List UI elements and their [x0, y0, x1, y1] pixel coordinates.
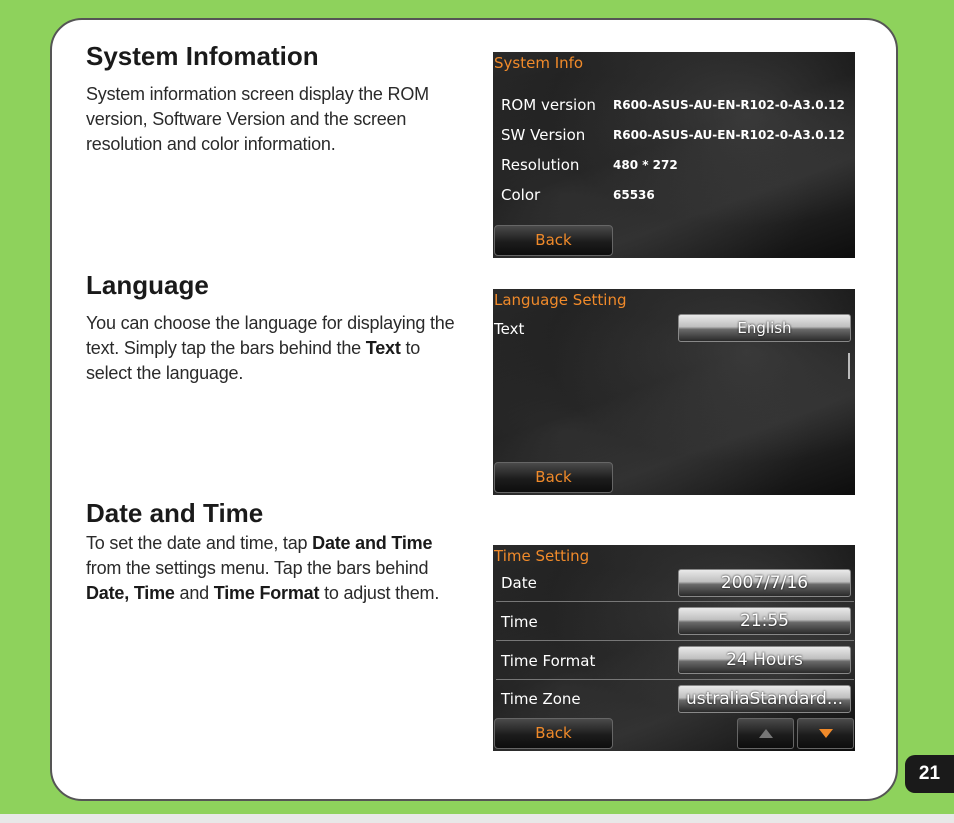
scroll-down-button[interactable] — [797, 718, 854, 749]
language-text-bold: Text — [365, 338, 401, 358]
language-select-button[interactable]: English — [678, 314, 851, 342]
date-label: Date — [501, 574, 537, 592]
time-zone-select-button[interactable]: ustraliaStandard... — [678, 685, 851, 713]
back-button[interactable]: Back — [494, 462, 613, 493]
date-time-heading: Date and Time — [86, 498, 264, 528]
row-divider — [496, 601, 854, 602]
date-time-text-part: and — [174, 583, 214, 603]
date-time-text: To set the date and time, tap Date and T… — [86, 531, 461, 606]
resolution-label: Resolution — [501, 156, 580, 174]
rom-version-value: R600-ASUS-AU-EN-R102-0-A3.0.12 — [613, 98, 845, 112]
row-divider — [496, 679, 854, 680]
system-info-screen: System Info ROM version R600-ASUS-AU-EN-… — [493, 52, 855, 258]
system-info-text: System information screen display the RO… — [86, 84, 429, 154]
arrow-down-icon — [818, 729, 833, 738]
time-screen: Time Setting Date 2007/7/16 Time 21:55 T… — [493, 545, 855, 751]
language-heading: Language — [86, 270, 209, 300]
bottom-strip — [0, 814, 954, 823]
language-screen: Language Setting Text English Back — [493, 289, 855, 495]
time-select-button[interactable]: 21:55 — [678, 607, 851, 635]
time-label: Time — [501, 613, 538, 631]
system-info-screen-title: System Info — [494, 54, 584, 72]
language-text: You can choose the language for displayi… — [86, 311, 461, 386]
date-time-text-bold: Date, Time — [86, 583, 175, 603]
arrow-up-icon — [758, 729, 773, 738]
date-select-button[interactable]: 2007/7/16 — [678, 569, 851, 597]
text-label: Text — [494, 320, 525, 338]
time-zone-label: Time Zone — [501, 690, 581, 708]
sw-version-value: R600-ASUS-AU-EN-R102-0-A3.0.12 — [613, 128, 845, 142]
time-format-label: Time Format — [501, 652, 596, 670]
language-screen-title: Language Setting — [494, 291, 627, 309]
date-time-text-bold: Time Format — [213, 583, 320, 603]
row-divider — [496, 640, 854, 641]
date-time-text-bold: Date and Time — [312, 533, 433, 553]
time-screen-title: Time Setting — [494, 547, 590, 565]
page-number: 21 — [905, 755, 954, 793]
date-time-text-part: from the settings menu. Tap the bars beh… — [86, 558, 429, 578]
rom-version-label: ROM version — [501, 96, 596, 114]
scrollbar[interactable] — [848, 353, 850, 379]
system-info-heading: System Infomation — [86, 41, 319, 71]
color-label: Color — [501, 186, 541, 204]
back-button[interactable]: Back — [494, 718, 613, 749]
time-format-select-button[interactable]: 24 Hours — [678, 646, 851, 674]
back-button[interactable]: Back — [494, 225, 613, 256]
scroll-up-button[interactable] — [737, 718, 794, 749]
date-time-text-part: to adjust them. — [319, 583, 440, 603]
resolution-value: 480 * 272 — [613, 158, 678, 172]
sw-version-label: SW Version — [501, 126, 586, 144]
date-time-text-part: To set the date and time, tap — [86, 533, 313, 553]
color-value: 65536 — [613, 188, 655, 202]
